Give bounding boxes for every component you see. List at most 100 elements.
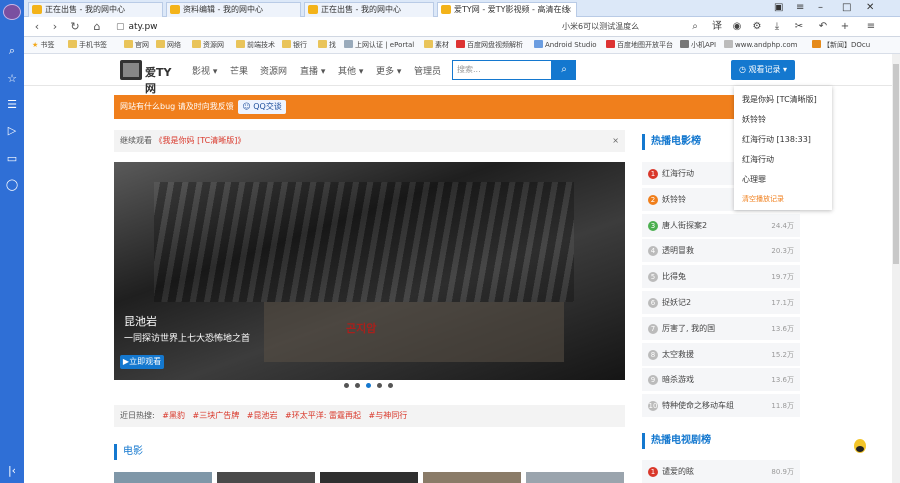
rank-title[interactable]: 太空救援 bbox=[662, 349, 694, 360]
tab-4[interactable]: 爱TY网 - 爱TY影视频 - 高清在线 × bbox=[437, 2, 577, 17]
tool-icon[interactable]: ⚙ bbox=[750, 20, 764, 34]
bookmark-item[interactable]: 前端技术 bbox=[236, 40, 275, 51]
history-button[interactable]: ◷ 观看记录 ▾ bbox=[731, 60, 795, 80]
skin-icon[interactable]: ▣ bbox=[774, 1, 783, 15]
tab-1[interactable]: 正在出售 - 我的网中心 bbox=[28, 2, 163, 17]
hot-search-tag[interactable]: #三块广告牌 bbox=[193, 411, 240, 420]
back-icon[interactable]: ‹ bbox=[30, 20, 44, 34]
rank-title[interactable]: 比得兔 bbox=[662, 271, 686, 282]
movie-thumbnail[interactable] bbox=[423, 472, 521, 483]
bookmark-item[interactable]: 银行 bbox=[282, 40, 307, 51]
translate-icon[interactable]: 译 bbox=[710, 20, 724, 34]
collapse-icon[interactable]: |‹ bbox=[5, 464, 19, 478]
page-scrollbar[interactable] bbox=[892, 54, 900, 483]
rank-title[interactable]: 捉妖记2 bbox=[662, 297, 691, 308]
nav-movies[interactable]: 影视 ▾ bbox=[192, 64, 217, 77]
history-item[interactable]: 红海行动 bbox=[742, 154, 774, 165]
qq-chat-button[interactable]: ☺ QQ交谈 bbox=[238, 100, 286, 114]
bookmark-item[interactable]: ★ 书签 bbox=[32, 40, 55, 51]
bookmark-item[interactable]: 素材 bbox=[424, 40, 449, 51]
scissors-icon[interactable]: ✂ bbox=[792, 20, 806, 34]
movie-thumbnail[interactable] bbox=[114, 472, 212, 483]
rank-title[interactable]: 透明冒救 bbox=[662, 245, 694, 256]
chat-icon[interactable]: ◯ bbox=[5, 178, 19, 192]
bookmark-item[interactable]: 找 bbox=[318, 40, 336, 51]
rank-title[interactable]: 唐人街探案2 bbox=[662, 220, 707, 231]
site-search-input[interactable]: 搜索... bbox=[452, 60, 552, 80]
movie-thumbnail[interactable] bbox=[217, 472, 315, 483]
menu-icon[interactable]: ≡ bbox=[796, 1, 804, 15]
movie-thumbnail[interactable] bbox=[526, 472, 624, 483]
history-item[interactable]: 红海行动 [138:33] bbox=[742, 134, 811, 145]
download-icon[interactable]: ⤓ bbox=[770, 20, 784, 34]
hot-search-tag[interactable]: #黑豹 bbox=[162, 411, 185, 420]
history-item[interactable]: 心理罪 bbox=[742, 174, 766, 185]
bookmark-item[interactable]: 上网认证 | ePortal bbox=[344, 40, 414, 51]
movie-thumbnail[interactable] bbox=[320, 472, 418, 483]
play-icon[interactable]: ▷ bbox=[5, 124, 19, 138]
carousel-dot[interactable] bbox=[355, 383, 360, 388]
nav-live[interactable]: 直播 ▾ bbox=[300, 64, 325, 77]
url-field[interactable]: ▢ aty.pw bbox=[116, 19, 546, 35]
mascot-icon[interactable] bbox=[852, 437, 868, 457]
rank-row[interactable]: 3 唐人街探案2 24.4万 bbox=[642, 213, 800, 238]
nav-more[interactable]: 更多 ▾ bbox=[376, 64, 401, 77]
hot-search-tag[interactable]: #与神同行 bbox=[369, 411, 408, 420]
hot-search-tag[interactable]: #环太平洋: 雷霆再起 bbox=[285, 411, 361, 420]
list-icon[interactable]: ☰ bbox=[5, 98, 19, 112]
clear-history-link[interactable]: 清空播放记录 bbox=[742, 194, 784, 204]
carousel-dot-active[interactable] bbox=[366, 383, 371, 388]
continue-link[interactable]: 《我是你妈 [TC清晰版]》 bbox=[155, 136, 246, 145]
bookmark-item[interactable]: 百度地图开放平台 bbox=[606, 40, 673, 51]
carousel-dot[interactable] bbox=[344, 383, 349, 388]
rank-title[interactable]: 红海行动 bbox=[662, 168, 694, 179]
bookmark-item[interactable]: Android Studio bbox=[534, 40, 597, 51]
rank-row[interactable]: 8 太空救援 15.2万 bbox=[642, 342, 800, 367]
bookmark-item[interactable]: www.andphp.com bbox=[724, 40, 797, 51]
rank-title[interactable]: 特种使命之移动车组 bbox=[662, 400, 734, 411]
rank-title[interactable]: 谴爱的眩 bbox=[662, 466, 694, 477]
history-item[interactable]: 我是你妈 [TC清晰版] bbox=[742, 94, 817, 105]
forward-icon[interactable]: › bbox=[48, 20, 62, 34]
nav-resources[interactable]: 资源网 bbox=[260, 64, 287, 77]
nav-mango[interactable]: 芒果 bbox=[230, 64, 248, 77]
bookmark-item[interactable]: 手机书签 bbox=[68, 40, 107, 51]
nav-admin[interactable]: 管理员 bbox=[414, 64, 441, 77]
hero-carousel[interactable]: 곤지암 昆池岩 一同探访世界上七大恐怖地之首 ▶立即观看 bbox=[114, 162, 625, 380]
bookmark-item[interactable]: 资源网 bbox=[192, 40, 224, 51]
rank-row[interactable]: 5 比得兔 19.7万 bbox=[642, 265, 800, 290]
close-window-icon[interactable]: ✕ bbox=[866, 1, 874, 15]
nav-other[interactable]: 其他 ▾ bbox=[338, 64, 363, 77]
hot-search-tag[interactable]: #昆池岩 bbox=[247, 411, 278, 420]
rank-row[interactable]: 10 特种使命之移动车组 11.8万 bbox=[642, 394, 800, 419]
search-icon[interactable]: ⌕ bbox=[5, 44, 19, 58]
home-icon[interactable]: ⌂ bbox=[90, 20, 104, 34]
tab-2[interactable]: 资料编辑 - 我的网中心 bbox=[166, 2, 301, 17]
carousel-dot[interactable] bbox=[388, 383, 393, 388]
movie-section-title[interactable]: 电影 bbox=[114, 444, 625, 460]
history-item[interactable]: 妖铃铃 bbox=[742, 114, 766, 125]
rank-row[interactable]: 9 暗杀游戏 13.6万 bbox=[642, 368, 800, 393]
rank-row[interactable]: 6 捉妖记2 17.1万 bbox=[642, 291, 800, 315]
game-icon[interactable]: ◉ bbox=[730, 20, 744, 34]
site-logo[interactable]: 爱TY网 bbox=[120, 60, 182, 95]
rank-row[interactable]: 7 厉害了, 我的国 13.6万 bbox=[642, 316, 800, 341]
carousel-dot[interactable] bbox=[377, 383, 382, 388]
bookmark-item[interactable]: 官网 bbox=[124, 40, 149, 51]
scrollbar-thumb[interactable] bbox=[893, 64, 899, 264]
add-icon[interactable]: + bbox=[838, 20, 852, 34]
bookmark-item[interactable]: 【新闻】DOcu bbox=[812, 40, 870, 51]
rank-row[interactable]: 1 谴爱的眩 80.9万 bbox=[642, 460, 800, 483]
undo-icon[interactable]: ↶ bbox=[816, 20, 830, 34]
refresh-icon[interactable]: ↻ bbox=[68, 20, 82, 34]
browser-search-field[interactable]: 小米6可以测试温度么 bbox=[562, 19, 682, 35]
rank-title[interactable]: 妖铃铃 bbox=[662, 194, 686, 205]
search-go-icon[interactable]: ⌕ bbox=[688, 20, 702, 34]
tab-3[interactable]: 正在出售 - 我的网中心 bbox=[304, 2, 434, 17]
overflow-menu-icon[interactable]: ≡ bbox=[864, 20, 878, 34]
star-icon[interactable]: ☆ bbox=[5, 72, 19, 86]
watch-now-button[interactable]: ▶立即观看 bbox=[120, 355, 164, 369]
minimize-icon[interactable]: – bbox=[818, 1, 823, 15]
close-icon[interactable]: × bbox=[612, 130, 619, 152]
bookmark-item[interactable]: 网络 bbox=[156, 40, 181, 51]
